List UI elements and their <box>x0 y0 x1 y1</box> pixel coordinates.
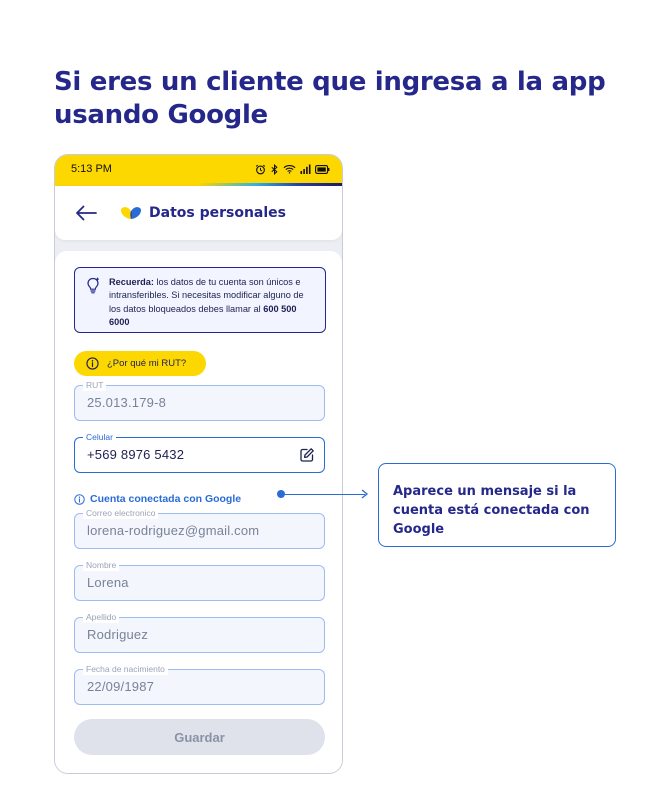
connector-line <box>285 493 365 495</box>
bluetooth-icon <box>271 163 278 175</box>
rut-label: RUT <box>83 379 107 391</box>
notice-bold-prefix: Recuerda: <box>109 277 154 287</box>
correo-field: Correo electronico lorena-rodriguez@gmai… <box>74 507 325 549</box>
rut-value: 25.013.179-8 <box>87 395 167 410</box>
google-connected-message: Cuenta conectada con Google <box>74 493 241 505</box>
back-button[interactable] <box>73 200 99 226</box>
alarm-icon <box>255 164 266 174</box>
nombre-value: Lorena <box>87 575 129 590</box>
annotation-callout: Aparece un mensaje si la cuenta está con… <box>378 463 616 547</box>
status-icons <box>255 163 330 175</box>
app-bar-title: Datos personales <box>149 205 286 221</box>
google-message-text: Cuenta conectada con Google <box>90 493 242 505</box>
phone-mockup: 5:13 PM Datos personales Recuerda: los d… <box>54 154 343 774</box>
apellido-label: Apellido <box>83 611 120 623</box>
celular-label: Celular <box>83 431 116 443</box>
correo-value: lorena-rodriguez@gmail.com <box>87 523 260 538</box>
nombre-field: Nombre Lorena <box>74 559 325 601</box>
brand-logo-icon <box>121 207 141 219</box>
fecha-value: 22/09/1987 <box>87 679 155 694</box>
battery-icon <box>315 164 330 174</box>
status-bar: 5:13 PM <box>55 155 342 183</box>
apellido-value: Rodriguez <box>87 627 149 642</box>
rut-field: RUT 25.013.179-8 <box>74 379 325 421</box>
arrow-left-icon <box>76 205 97 221</box>
celular-value[interactable]: +569 8976 5432 <box>87 447 184 462</box>
signal-icon <box>300 164 311 174</box>
arrow-right-icon <box>361 489 369 499</box>
lightbulb-icon <box>87 277 100 294</box>
edit-icon[interactable] <box>299 447 315 463</box>
apellido-field: Apellido Rodriguez <box>74 611 325 653</box>
nombre-label: Nombre <box>83 559 120 571</box>
why-rut-chip[interactable]: ¿Por qué mi RUT? <box>74 351 206 376</box>
connector-dot <box>277 490 285 498</box>
celular-field[interactable]: Celular +569 8976 5432 <box>74 431 325 473</box>
app-bar: Datos personales <box>55 186 342 240</box>
form-content: Recuerda: los datos de tu cuenta son úni… <box>55 251 342 773</box>
fecha-label: Fecha de nacimiento <box>83 663 168 675</box>
why-rut-label: ¿Por qué mi RUT? <box>107 358 187 369</box>
info-icon <box>86 357 99 370</box>
fecha-field: Fecha de nacimiento 22/09/1987 <box>74 663 325 705</box>
info-icon <box>74 493 85 505</box>
correo-label: Correo electronico <box>83 507 159 519</box>
save-button[interactable]: Guardar <box>74 719 325 755</box>
status-time: 5:13 PM <box>71 163 112 175</box>
page-headline: Si eres un cliente que ingresa a la app … <box>54 67 606 130</box>
notice-box: Recuerda: los datos de tu cuenta son úni… <box>74 267 326 333</box>
wifi-icon <box>283 165 296 174</box>
